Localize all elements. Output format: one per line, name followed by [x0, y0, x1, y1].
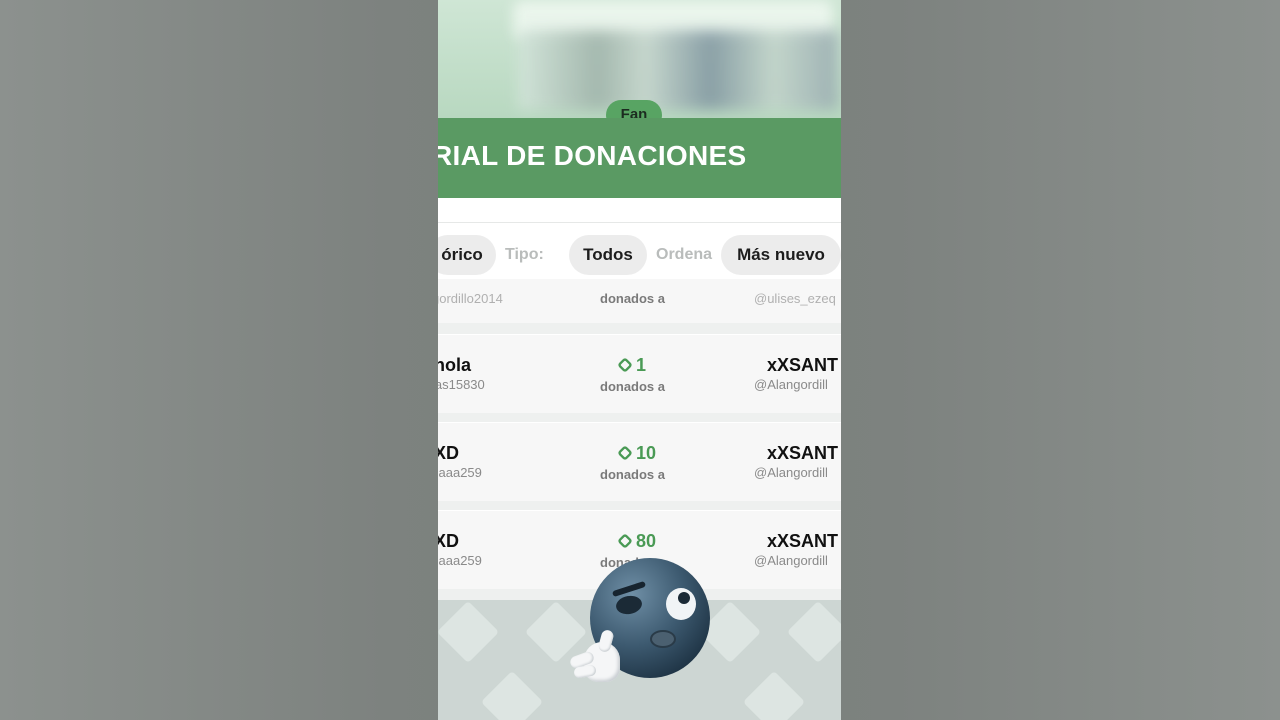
- type-filter-select[interactable]: Todos: [569, 235, 647, 275]
- amount-value: 80: [636, 531, 657, 551]
- amount-value: 1: [636, 355, 647, 375]
- profile-banner: Fan: [438, 0, 841, 118]
- donation-history-header: RIAL DE DONACIONES: [438, 118, 841, 198]
- order-filter-label: Ordena: [656, 246, 713, 263]
- recipient-handle: @Alangordill: [754, 465, 828, 480]
- emoji-brow: [611, 580, 647, 598]
- list-item[interactable]: gordillo2014 donados a @ulises_ezeq: [438, 278, 841, 323]
- pattern-diamond: [480, 670, 544, 720]
- phone-screen: Fan RIAL DE DONACIONES órico Tipo: Todos…: [438, 0, 841, 720]
- list-item[interactable]: XD zaaa259 10 donados a xXSANT @Alangord…: [438, 422, 841, 501]
- donated-label: donados a: [600, 291, 666, 306]
- pattern-diamond: [742, 670, 806, 720]
- list-item[interactable]: hola ias15830 1 donados a xXSANT @Alango…: [438, 334, 841, 413]
- type-filter-label: Tipo:: [505, 246, 544, 263]
- page-title: RIAL DE DONACIONES: [438, 140, 747, 171]
- amount-value: 10: [636, 443, 657, 463]
- donor-handle: ias15830: [438, 377, 485, 392]
- recipient-handle: @Alangordill: [754, 553, 828, 568]
- donated-label: donados a: [600, 379, 666, 394]
- order-filter-select[interactable]: Más nuevo: [721, 235, 841, 275]
- donor-handle: zaaa259: [438, 465, 482, 480]
- donation-list: gordillo2014 donados a @ulises_ezeq hola…: [438, 278, 841, 600]
- donor-name: hola: [438, 355, 472, 375]
- emoji-eye-right: [666, 588, 696, 620]
- recipient-handle: @Alangordill: [754, 377, 828, 392]
- donation-amount: 1: [617, 355, 647, 376]
- robux-icon: [617, 445, 633, 461]
- recipient-name: xXSANT: [767, 443, 839, 463]
- donation-amount: 10: [617, 443, 657, 464]
- donated-label: donados a: [600, 467, 666, 482]
- pattern-diamond: [786, 600, 841, 664]
- header-spacer: [438, 198, 841, 223]
- robux-icon: [617, 357, 633, 373]
- donor-handle: zaaa259: [438, 553, 482, 568]
- emoji-hand-icon: [566, 628, 626, 684]
- fan-badge[interactable]: Fan: [606, 100, 662, 118]
- history-filter-pill[interactable]: órico: [438, 235, 496, 275]
- recipient-handle: @ulises_ezeq: [754, 291, 836, 306]
- donor-handle: gordillo2014: [438, 291, 503, 306]
- donor-name: XD: [438, 443, 460, 463]
- banner-image-blur-lower: [518, 30, 838, 110]
- emoji-mouth: [650, 630, 676, 648]
- pattern-diamond: [438, 600, 500, 664]
- recipient-name: xXSANT: [767, 531, 839, 551]
- donor-name: XD: [438, 531, 460, 551]
- robux-icon: [617, 533, 633, 549]
- donation-amount: 80: [617, 531, 657, 552]
- recipient-name: xXSANT: [767, 355, 839, 375]
- emoji-eye-left: [614, 593, 644, 617]
